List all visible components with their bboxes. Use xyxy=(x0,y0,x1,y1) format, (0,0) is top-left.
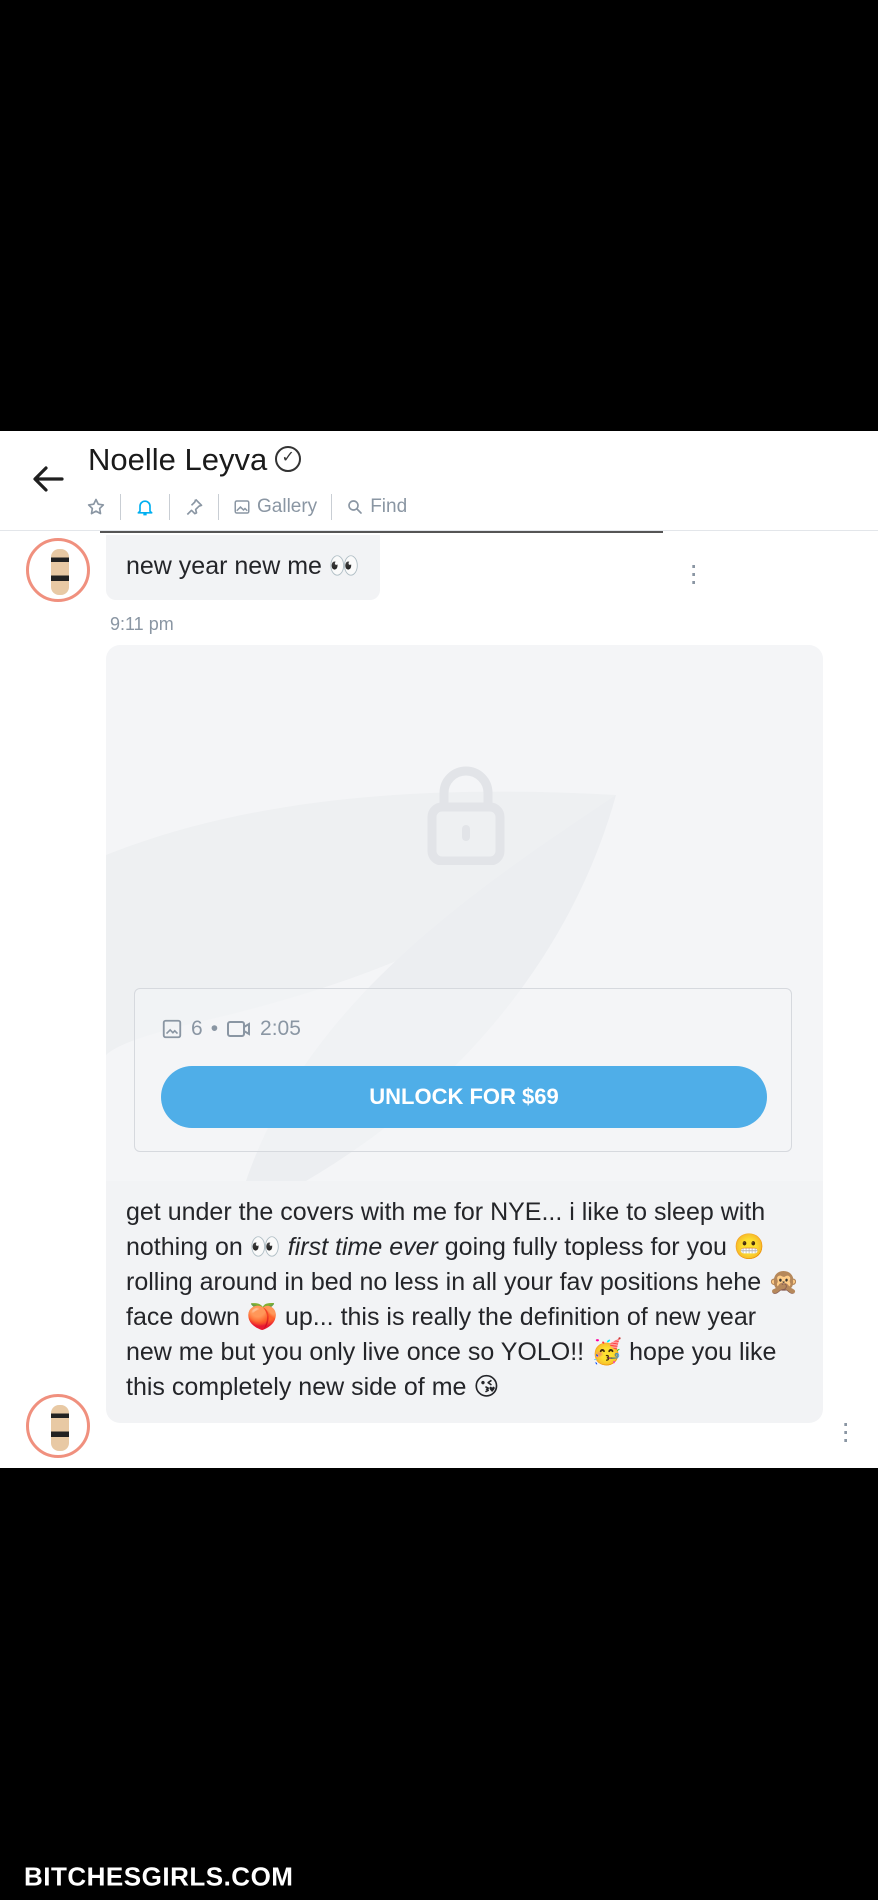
chat-screen: Noelle Leyva ✓ Gallery Find new year new… xyxy=(0,431,878,1468)
media-edge xyxy=(100,531,663,533)
verified-icon: ✓ xyxy=(275,445,302,472)
locked-media: 6 • 2:05 UNLOCK FOR $69 xyxy=(106,645,823,1181)
watermark: BITCHESGIRLS.COM xyxy=(24,1861,294,1892)
pin-icon[interactable] xyxy=(170,497,218,517)
bell-icon[interactable] xyxy=(121,497,169,517)
message-text: new year new me 👀 xyxy=(126,552,360,580)
media-meta: 6 • 2:05 xyxy=(161,1017,301,1041)
message-bubble: get under the covers with me for NYE... … xyxy=(106,1181,823,1423)
gallery-button[interactable]: Gallery xyxy=(219,496,331,518)
search-icon xyxy=(348,500,363,514)
video-icon xyxy=(227,1021,251,1037)
lock-icon xyxy=(426,765,506,870)
avatar[interactable] xyxy=(26,1394,90,1458)
unlock-card: 6 • 2:05 UNLOCK FOR $69 xyxy=(134,988,792,1152)
contact-name-text: Noelle Leyva xyxy=(88,442,268,477)
star-icon[interactable] xyxy=(86,497,120,517)
more-options-icon[interactable]: · · · xyxy=(689,551,698,595)
contact-name[interactable]: Noelle Leyva ✓ xyxy=(88,442,302,478)
meta-separator: • xyxy=(210,1017,219,1040)
find-button[interactable]: Find xyxy=(332,496,421,518)
chat-header: Noelle Leyva ✓ Gallery Find xyxy=(0,431,878,531)
find-label: Find xyxy=(370,496,408,517)
arrow-left-icon[interactable] xyxy=(30,461,70,501)
message-text-italic: first time ever xyxy=(287,1233,438,1261)
image-icon xyxy=(234,500,250,514)
unlock-button[interactable]: UNLOCK FOR $69 xyxy=(161,1066,767,1128)
more-options-icon[interactable]: · · · xyxy=(841,1409,850,1453)
chat-toolbar: Gallery Find xyxy=(86,491,421,523)
gallery-label: Gallery xyxy=(257,496,318,517)
photo-count: 6 xyxy=(191,1017,203,1040)
avatar[interactable] xyxy=(26,538,90,602)
video-duration: 2:05 xyxy=(260,1017,301,1040)
message-bubble: new year new me 👀 xyxy=(106,535,380,600)
message-time: 9:11 pm xyxy=(110,614,174,634)
image-icon xyxy=(162,1019,182,1039)
